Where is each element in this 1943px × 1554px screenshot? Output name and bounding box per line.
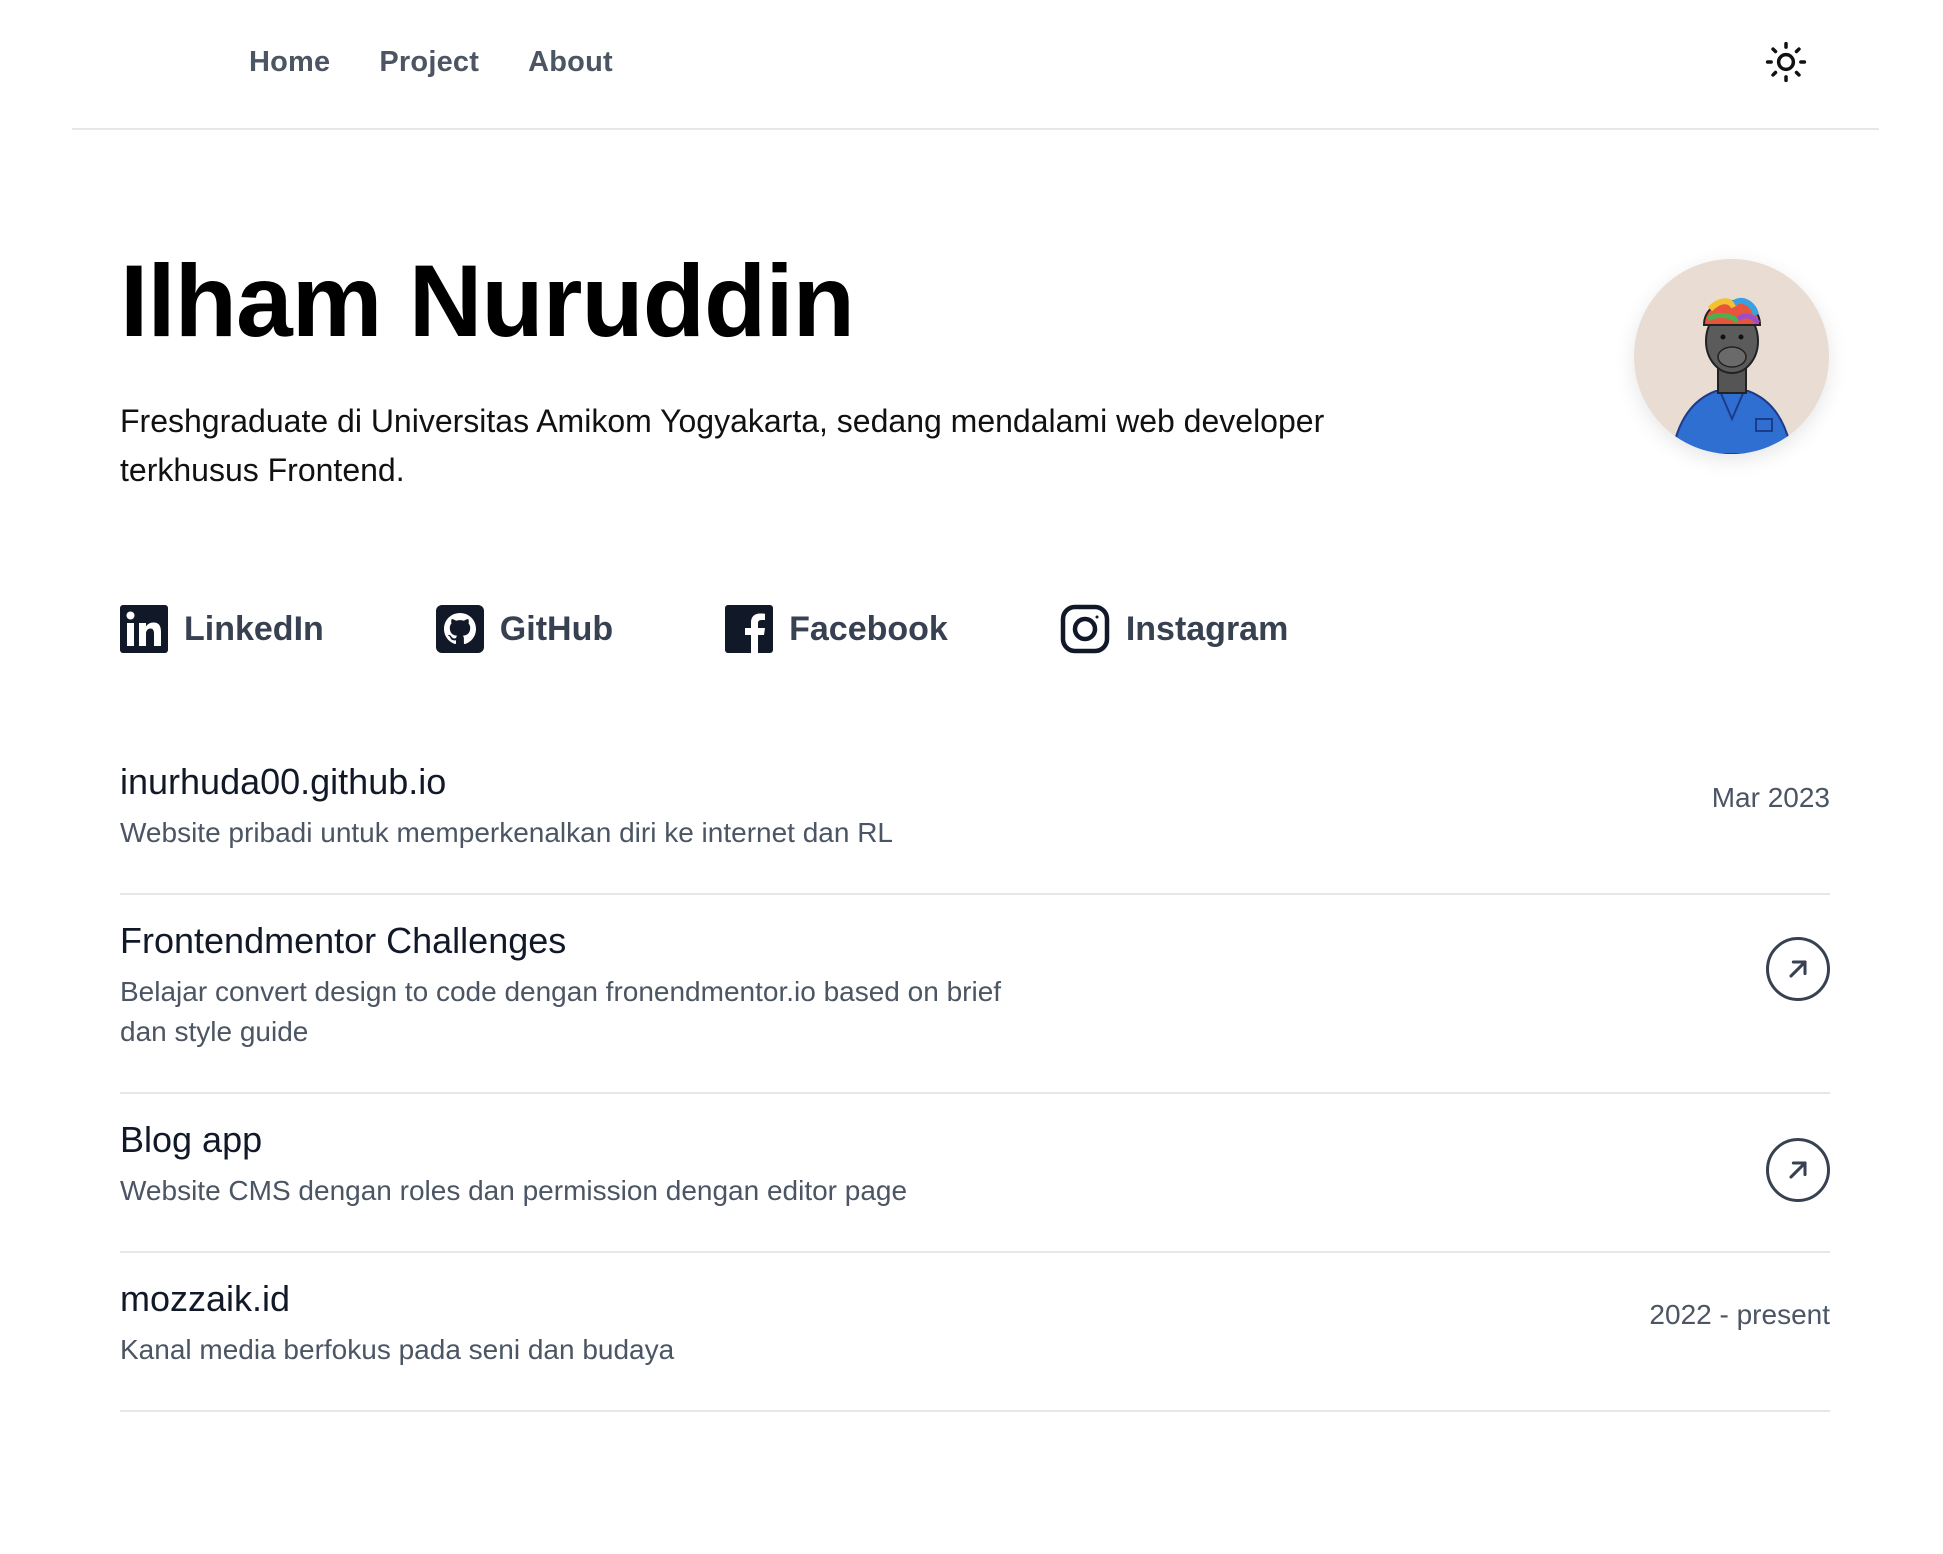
- hero-section: Ilham Nuruddin Freshgraduate di Universi…: [120, 245, 1830, 495]
- arrow-up-right-icon: [1789, 960, 1807, 978]
- social-label-instagram: Instagram: [1125, 609, 1289, 648]
- project-item[interactable]: inurhuda00.github.io Website pribadi unt…: [120, 736, 1830, 895]
- project-description: Website pribadi untuk memperkenalkan dir…: [120, 817, 894, 848]
- nav-links: Home Project About: [249, 46, 613, 79]
- social-label-facebook: Facebook: [789, 609, 948, 648]
- project-title: Frontendmentor Challenges: [120, 920, 567, 961]
- project-item[interactable]: mozzaik.id Kanal media berfokus pada sen…: [120, 1253, 1830, 1412]
- social-label-github: GitHub: [499, 609, 614, 648]
- avatar: [1634, 259, 1829, 454]
- hero-bio: Freshgraduate di Universitas Amikom Yogy…: [120, 403, 1325, 489]
- facebook-icon: [725, 605, 774, 653]
- project-item[interactable]: Blog app Website CMS dengan roles dan pe…: [120, 1094, 1830, 1253]
- project-description: Website CMS dengan roles dan permission …: [120, 1175, 908, 1206]
- nav-link-about[interactable]: About: [528, 46, 613, 79]
- sun-icon: [1765, 41, 1807, 83]
- avatar-illustration: [1670, 297, 1794, 454]
- social-label-linkedin: LinkedIn: [184, 609, 324, 648]
- linkedin-icon: [120, 605, 168, 653]
- instagram-icon: [1060, 604, 1110, 654]
- nav-link-project[interactable]: Project: [379, 46, 479, 79]
- project-date: 2022 - present: [1649, 1299, 1830, 1330]
- top-navbar: Home Project About: [72, 0, 1879, 130]
- nav-link-home[interactable]: Home: [249, 46, 330, 79]
- project-title: inurhuda00.github.io: [120, 761, 447, 802]
- social-links: LinkedIn GitHub Facebook Instagram: [120, 604, 1400, 654]
- github-icon: [435, 605, 484, 653]
- arrow-up-right-icon: [1789, 1161, 1807, 1179]
- project-title: Blog app: [120, 1119, 263, 1160]
- project-item[interactable]: Frontendmentor Challenges Belajar conver…: [120, 895, 1830, 1094]
- theme-toggle-button[interactable]: [1762, 38, 1810, 86]
- project-list: inurhuda00.github.io Website pribadi unt…: [120, 736, 1830, 1412]
- project-date: Mar 2023: [1711, 782, 1830, 813]
- project-title: mozzaik.id: [120, 1278, 291, 1319]
- project-link-button[interactable]: [1766, 937, 1830, 1001]
- project-description: Kanal media berfokus pada seni dan buday…: [120, 1334, 675, 1365]
- social-link-facebook[interactable]: Facebook: [725, 605, 948, 653]
- social-link-github[interactable]: GitHub: [435, 605, 614, 653]
- project-description: Belajar convert design to code dengan fr…: [120, 976, 1002, 1047]
- social-link-linkedin[interactable]: LinkedIn: [120, 605, 324, 653]
- social-link-instagram[interactable]: Instagram: [1060, 604, 1289, 654]
- hero-name: Ilham Nuruddin: [120, 244, 855, 358]
- project-link-button[interactable]: [1766, 1138, 1830, 1202]
